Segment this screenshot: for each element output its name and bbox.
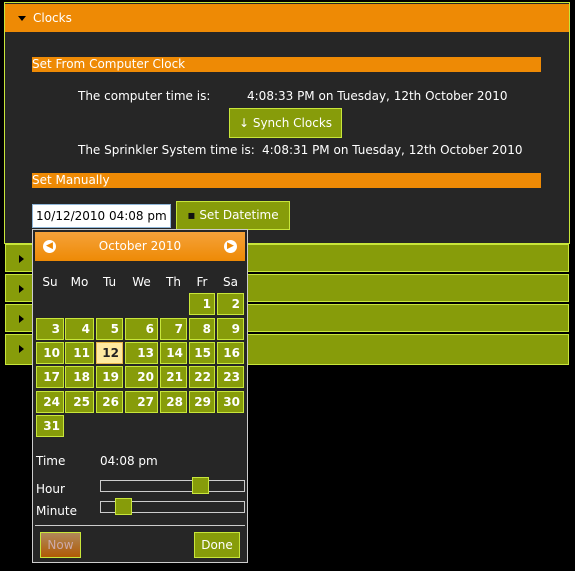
day-cell[interactable]: 28 [160,391,187,413]
minute-slider-handle[interactable] [115,498,133,515]
clocks-title: Clocks [33,11,72,25]
day-cell[interactable]: 9 [217,318,244,340]
day-cell[interactable]: 16 [217,342,244,364]
hour-slider[interactable] [100,477,245,494]
caret-right-icon [19,345,24,353]
datepicker-header: ◀ October 2010 ▶ [35,232,245,261]
day-name-sa: Sa [223,275,238,289]
day-cell[interactable]: 11 [65,342,94,364]
done-button[interactable]: Done [194,532,240,558]
time-value: 04:08 pm [100,454,158,468]
day-cell[interactable]: 15 [189,342,215,364]
day-cell[interactable]: 7 [160,318,187,340]
synch-clocks-button[interactable]: ↓ Synch Clocks [229,108,342,138]
day-cell[interactable]: 24 [36,391,64,413]
day-name-we: We [132,275,151,289]
day-cell[interactable]: 20 [125,366,158,388]
day-cell[interactable]: 12 [96,342,123,364]
clocks-accordion-header[interactable]: Clocks [5,4,569,32]
day-cell[interactable]: 14 [160,342,187,364]
prev-month-icon[interactable]: ◀ [43,240,56,253]
sprinkler-time-label: The Sprinkler System time is: [78,143,255,157]
section-heading-manual: Set Manually [32,173,541,188]
month-label: October 2010 [98,239,182,253]
hour-slider-handle[interactable] [191,477,209,494]
day-cell[interactable]: 21 [160,366,187,388]
day-cell[interactable]: 4 [65,318,94,340]
day-cell[interactable]: 8 [189,318,215,340]
day-cell[interactable]: 6 [125,318,158,340]
day-cell[interactable]: 25 [65,391,94,413]
day-cell[interactable]: 23 [217,366,244,388]
day-cell[interactable]: 19 [96,366,123,388]
save-icon: ▪ [187,208,200,222]
day-name-mo: Mo [70,275,89,289]
next-month-icon[interactable]: ▶ [224,240,237,253]
day-cell[interactable]: 18 [65,366,94,388]
caret-right-icon [19,255,24,263]
day-cell[interactable]: 30 [217,391,244,413]
time-label: Time [36,454,66,468]
datepicker: ◀ October 2010 ▶ Su Mo Tu We Th Fr Sa 12345678… [32,229,248,563]
caret-right-icon [19,315,24,323]
day-cell[interactable]: 2 [217,293,244,315]
day-cell[interactable]: 22 [189,366,215,388]
datetime-input[interactable] [32,204,171,228]
divider [35,525,245,526]
arrow-down-icon: ↓ [238,116,253,130]
caret-down-icon [18,16,26,21]
caret-right-icon [19,285,24,293]
day-cell[interactable]: 27 [125,391,158,413]
day-cell[interactable]: 3 [36,318,64,340]
day-name-fr: Fr [196,275,208,289]
day-cell[interactable]: 31 [36,415,64,437]
synch-clocks-label: Synch Clocks [252,116,333,130]
day-cell[interactable]: 26 [96,391,123,413]
computer-time-value: 4:08:33 PM on Tuesday, 12th October 2010 [247,89,508,103]
hour-label: Hour [36,482,65,496]
day-cell[interactable]: 10 [36,342,64,364]
day-name-su: Su [42,275,58,289]
day-name-tu: Tu [102,275,117,289]
section-heading-computer-clock: Set From Computer Clock [32,57,541,72]
now-button[interactable]: Now [40,532,81,558]
day-cell[interactable]: 13 [125,342,158,364]
computer-time-label: The computer time is: [78,89,211,103]
day-cell[interactable]: 17 [36,366,64,388]
day-cell[interactable]: 1 [189,293,215,315]
set-datetime-label: Set Datetime [199,208,279,222]
set-datetime-button[interactable]: ▪ Set Datetime [176,201,290,230]
day-name-th: Th [166,275,181,289]
minute-label: Minute [36,504,77,518]
minute-slider[interactable] [100,498,245,515]
sprinkler-time-value: 4:08:31 PM on Tuesday, 12th October 2010 [262,143,523,157]
day-cell[interactable]: 29 [189,391,215,413]
day-cell[interactable]: 5 [96,318,123,340]
